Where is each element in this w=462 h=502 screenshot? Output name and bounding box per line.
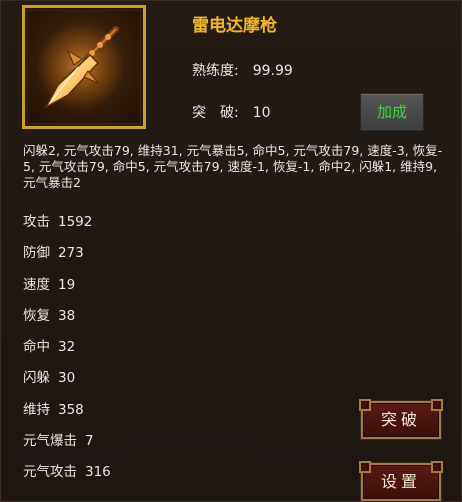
- attribute-label: 命中: [23, 339, 50, 356]
- attribute-label: 防御: [23, 245, 50, 262]
- attribute-value: 7: [85, 433, 94, 450]
- attribute-value: 273: [58, 245, 84, 262]
- attribute-row: 恢复 38: [23, 305, 111, 336]
- bonus-button[interactable]: 加成: [360, 93, 424, 131]
- spear-icon: [36, 23, 124, 111]
- weapon-name: 雷电达摩枪: [192, 16, 277, 36]
- item-slot-frame[interactable]: [22, 5, 146, 129]
- breakthrough-row: 突 破: 10: [192, 102, 271, 122]
- breakthrough-button[interactable]: 突破: [359, 399, 443, 439]
- attribute-label: 速度: [23, 276, 50, 293]
- attribute-label: 攻击: [23, 214, 50, 230]
- attribute-row: 维持 358: [23, 399, 111, 430]
- affix-list: 闪躲2, 元气攻击79, 维持31, 元气暴击5, 命中5, 元气攻击79, 速…: [23, 143, 443, 190]
- attribute-label: 闪躲: [23, 370, 50, 387]
- attribute-list: 攻击 1592 防御 273 速度 19 恢复 38 命中 32 闪躲 30 维持 358 元气爆击 7 元气攻…: [23, 211, 111, 493]
- attribute-value: 32: [58, 339, 76, 356]
- attribute-label: 维持: [23, 401, 50, 418]
- weapon-detail-panel: 雷电达摩枪 熟练度: 99.99 突 破: 10 加成 闪躲2, 元气攻击79, 维…: [0, 0, 462, 502]
- settings-button[interactable]: 设置: [359, 461, 443, 501]
- attribute-value: 30: [58, 370, 76, 387]
- attribute-row: 防御 273: [23, 242, 111, 273]
- attribute-value: 38: [58, 307, 76, 324]
- attribute-value: 1592: [58, 214, 93, 230]
- breakthrough-value: 10: [252, 105, 271, 121]
- attribute-label: 恢复: [23, 307, 50, 324]
- attribute-row: 速度 19: [23, 274, 111, 305]
- attribute-value: 358: [58, 401, 84, 418]
- attribute-label: 元气攻击: [23, 464, 77, 481]
- attribute-value: 19: [58, 276, 76, 293]
- attribute-row: 命中 32: [23, 336, 111, 367]
- attribute-row: 元气攻击 316: [23, 461, 111, 492]
- breakthrough-label: 突 破:: [192, 105, 239, 121]
- mastery-row: 熟练度: 99.99: [192, 60, 293, 80]
- attribute-row: 元气爆击 7: [23, 430, 111, 461]
- attribute-row: 攻击 1592: [23, 211, 111, 242]
- mastery-label: 熟练度:: [192, 63, 239, 79]
- attribute-row: 闪躲 30: [23, 367, 111, 398]
- attribute-value: 316: [85, 464, 111, 481]
- attribute-label: 元气爆击: [23, 433, 77, 450]
- mastery-value: 99.99: [252, 63, 293, 79]
- item-slot-background: [28, 11, 140, 123]
